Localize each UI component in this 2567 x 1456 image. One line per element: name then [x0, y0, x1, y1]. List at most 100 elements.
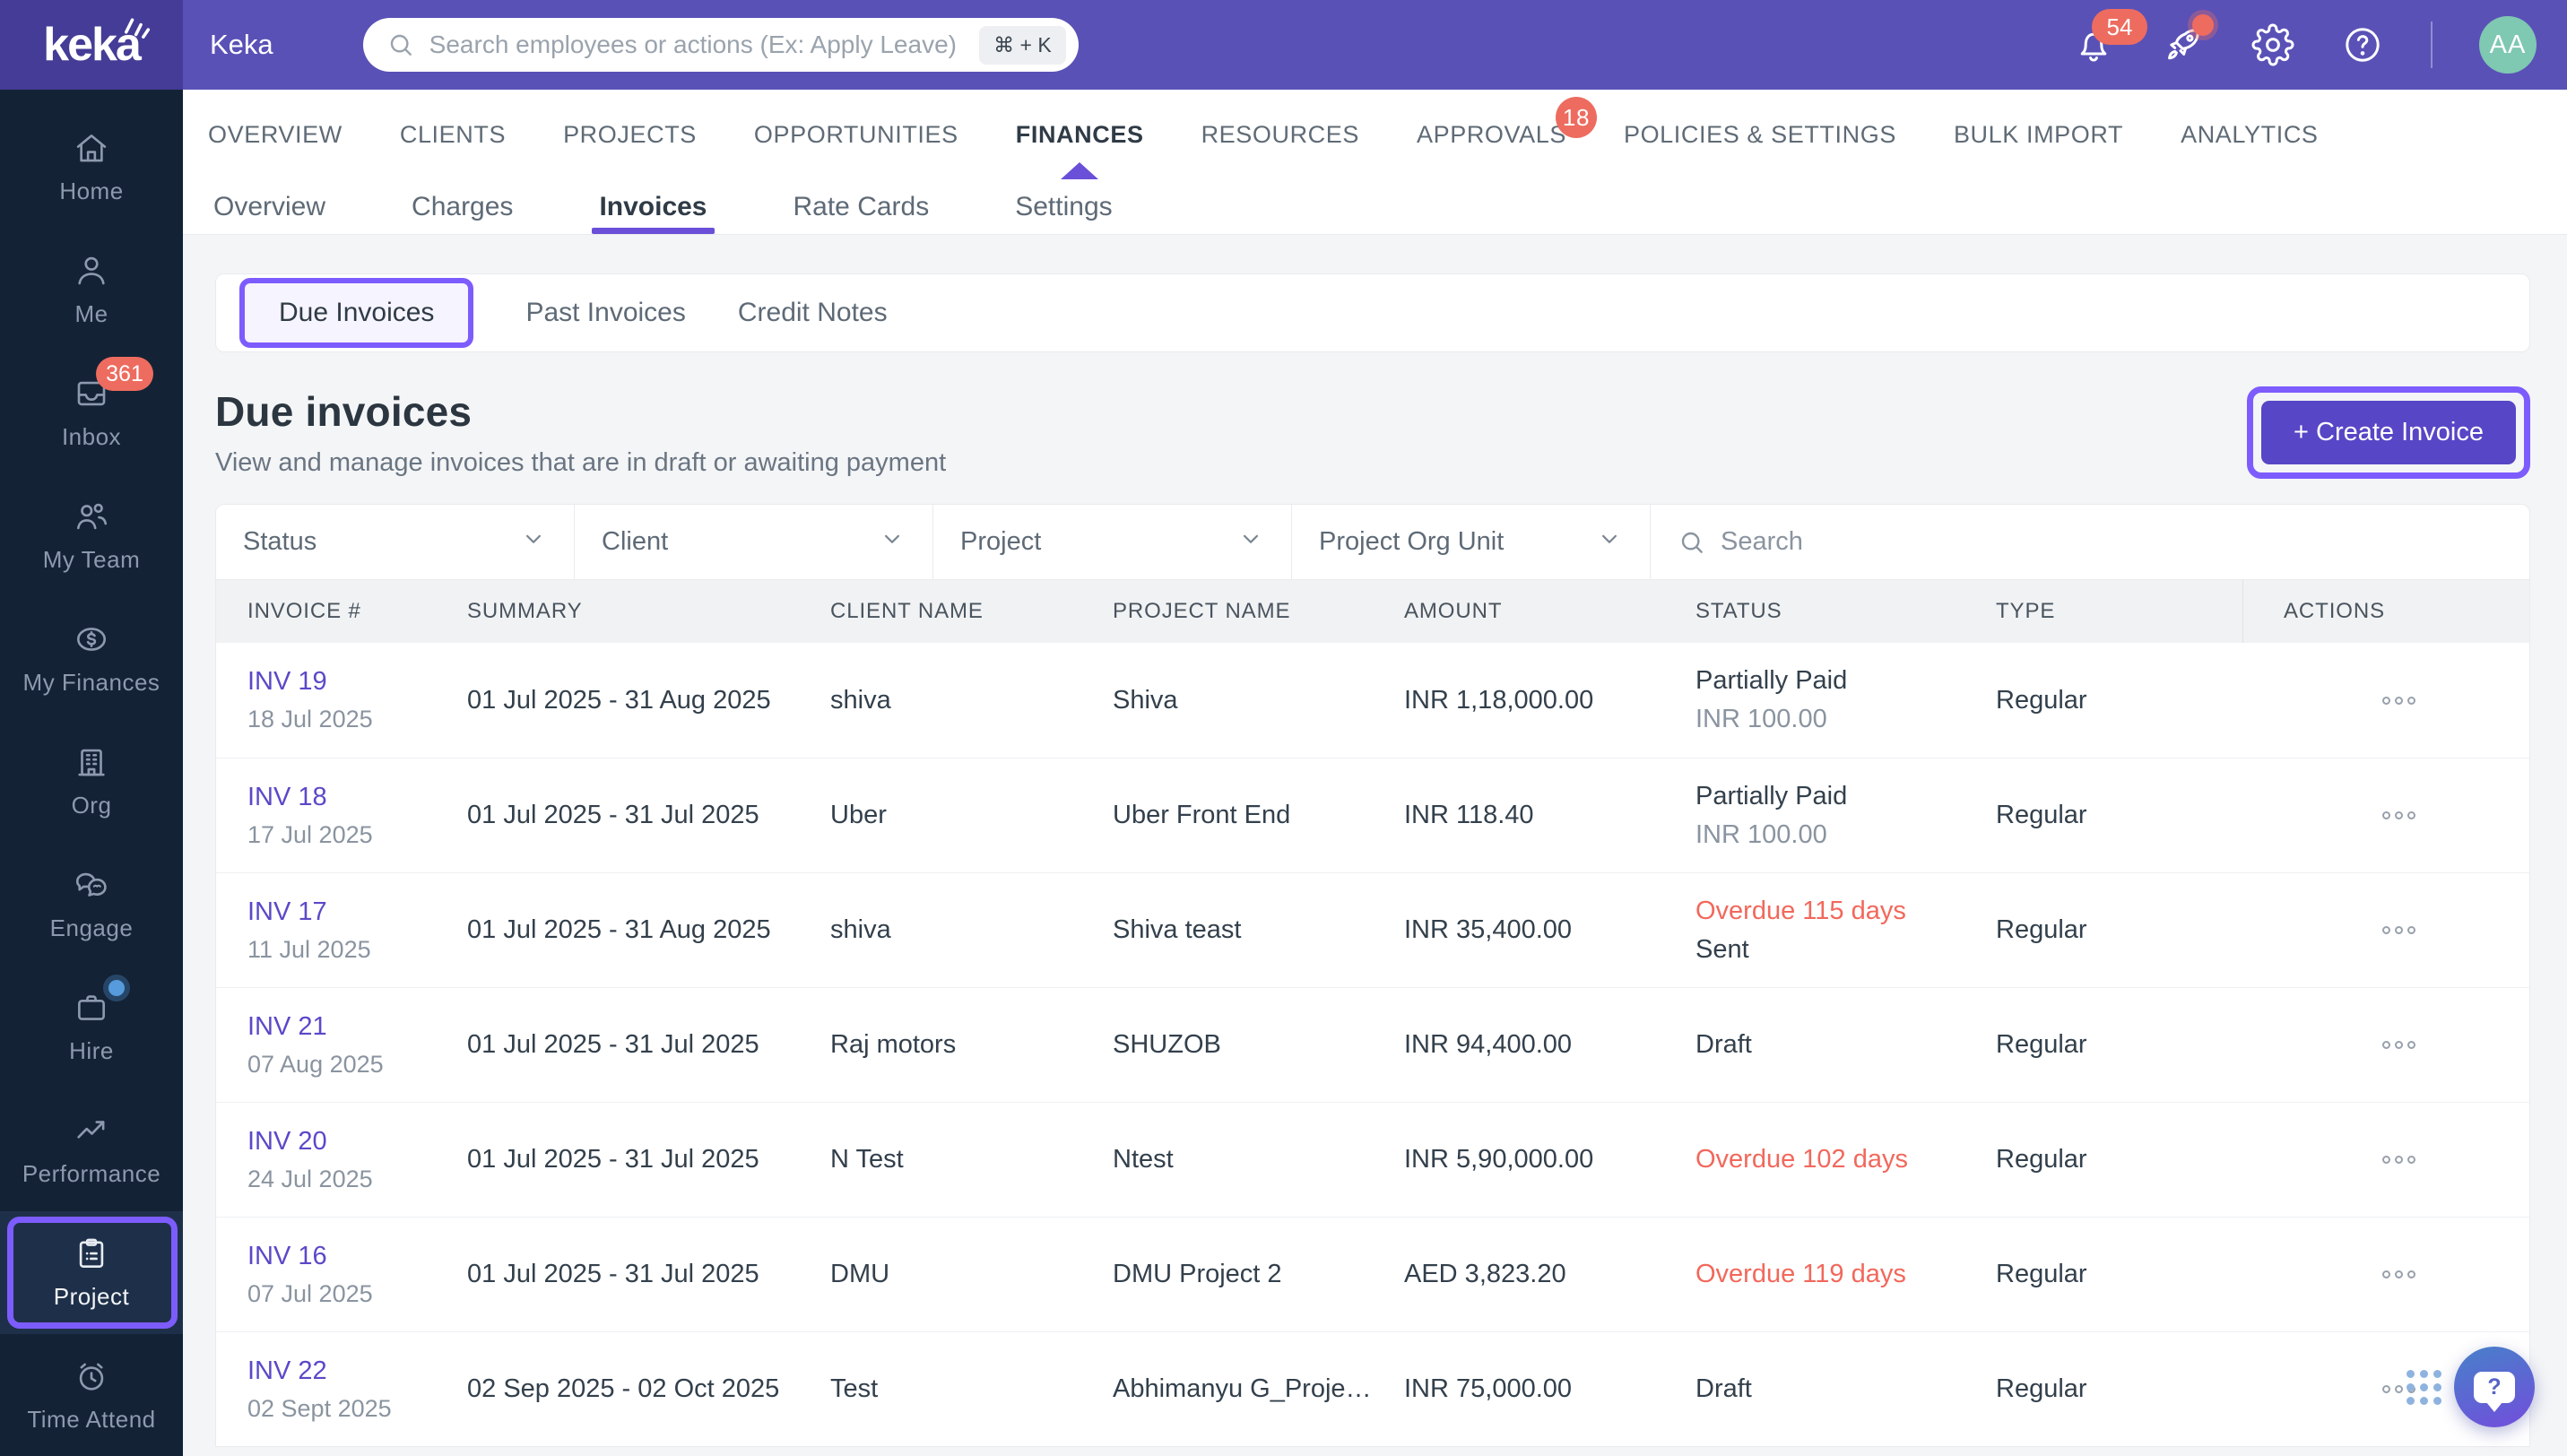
table-row[interactable]: INV 20 24 Jul 2025 01 Jul 2025 - 31 Jul 20…: [216, 1102, 2529, 1217]
inbox-icon: 361: [73, 357, 153, 412]
table-search-input[interactable]: [1721, 527, 2079, 557]
topbar: keka Keka ⌘ + K 54: [0, 0, 2567, 90]
status-cell: Overdue 119 days: [1695, 1218, 1996, 1331]
main-nav-analytics[interactable]: ANALYTICS: [2181, 90, 2318, 179]
main-nav-opportunities[interactable]: OPPORTUNITIES: [754, 90, 958, 179]
sidebar-item-my-team[interactable]: My Team: [0, 474, 183, 597]
main-nav-label: CLIENTS: [399, 120, 507, 148]
sidebar-item-my-finances[interactable]: My Finances: [0, 597, 183, 720]
amount-cell: INR 118.40: [1404, 801, 1534, 829]
sidebar-item-hire[interactable]: Hire: [0, 966, 183, 1088]
table-row[interactable]: INV 21 07 Aug 2025 01 Jul 2025 - 31 Jul 20…: [216, 987, 2529, 1102]
invoice-link[interactable]: INV 20: [247, 1127, 449, 1157]
sub-nav-invoices[interactable]: Invoices: [592, 179, 715, 234]
filter-client-dropdown[interactable]: Client: [575, 505, 933, 579]
main-nav: OVERVIEW CLIENTS PROJECTS OPPORTUNITIES FINA…: [183, 90, 2567, 179]
invoice-link[interactable]: INV 16: [247, 1242, 449, 1271]
tab-credit-notes[interactable]: Credit Notes: [738, 298, 888, 328]
global-search[interactable]: ⌘ + K: [362, 18, 1079, 72]
main-nav-label: OVERVIEW: [208, 120, 343, 148]
chat-bubble-icon: ?: [2473, 1366, 2519, 1404]
row-actions-button[interactable]: [2242, 873, 2529, 987]
main-nav-label: POLICIES & SETTINGS: [1623, 120, 1896, 148]
status-text: Draft: [1695, 1030, 1752, 1059]
help-icon[interactable]: [2341, 23, 2384, 66]
global-search-input[interactable]: [429, 30, 966, 59]
gear-icon[interactable]: [2251, 23, 2294, 66]
notification-count-badge: 54: [2092, 9, 2147, 45]
table-row[interactable]: INV 22 02 Sept 2025 02 Sep 2025 - 02 Oct 2…: [216, 1331, 2529, 1446]
create-invoice-button[interactable]: + Create Invoice: [2261, 401, 2516, 464]
row-actions-button[interactable]: [2242, 988, 2529, 1102]
main-nav-resources[interactable]: RESOURCES: [1201, 90, 1359, 179]
invoices-table-card: Status Client Project Project Org Unit INVO…: [215, 504, 2530, 1447]
sidebar-item-label: Me: [74, 300, 108, 327]
row-actions-button[interactable]: [2242, 643, 2529, 758]
chevron-down-icon: [1237, 525, 1264, 559]
sub-nav-charges[interactable]: Charges: [412, 179, 513, 234]
sidebar-item-engage[interactable]: Engage: [0, 843, 183, 966]
main-nav-projects[interactable]: PROJECTS: [563, 90, 697, 179]
ellipsis-icon: [2394, 1156, 2403, 1164]
main-nav-policies-settings[interactable]: POLICIES & SETTINGS: [1624, 90, 1896, 179]
table-search[interactable]: [1651, 505, 2529, 579]
person-icon: [73, 252, 110, 290]
invoice-link[interactable]: INV 19: [247, 667, 449, 697]
sidebar-item-time-attend[interactable]: Time Attend: [0, 1334, 183, 1456]
main-nav-approvals[interactable]: APPROVALS 18: [1417, 90, 1597, 179]
sidebar-item-project[interactable]: Project: [0, 1211, 183, 1334]
performance-icon: [73, 1112, 110, 1149]
invoice-link[interactable]: INV 17: [247, 897, 449, 927]
invoice-link[interactable]: INV 18: [247, 783, 449, 812]
invoice-date: 07 Aug 2025: [247, 1050, 384, 1078]
table-row[interactable]: INV 19 18 Jul 2025 01 Jul 2025 - 31 Aug 20…: [216, 643, 2529, 758]
inbox-count-badge: 361: [96, 357, 153, 391]
sub-nav-overview[interactable]: Overview: [213, 179, 325, 234]
bell-icon[interactable]: 54: [2072, 9, 2147, 66]
tab-past-invoices[interactable]: Past Invoices: [525, 298, 685, 328]
drag-handle[interactable]: [2407, 1369, 2441, 1405]
invoice-link[interactable]: INV 22: [247, 1356, 449, 1386]
project-name-cell: Abhimanyu G_Proje…: [1113, 1374, 1372, 1403]
sidebar-item-me[interactable]: Me: [0, 229, 183, 351]
amount-cell: INR 5,90,000.00: [1404, 1145, 1594, 1174]
sidebar-item-org[interactable]: Org: [0, 720, 183, 843]
sidebar-item-performance[interactable]: Performance: [0, 1088, 183, 1211]
keka-logo[interactable]: keka: [0, 0, 183, 90]
support-chat-button[interactable]: ?: [2454, 1347, 2535, 1427]
time-attend-icon: [73, 1357, 110, 1395]
status-subtext: INR 100.00: [1695, 705, 1827, 733]
main-nav-bulk-import[interactable]: BULK IMPORT: [1954, 90, 2123, 179]
page-title: Due invoices: [215, 388, 473, 435]
table-row[interactable]: INV 17 11 Jul 2025 01 Jul 2025 - 31 Aug 20…: [216, 872, 2529, 987]
ellipsis-icon: [2394, 1041, 2403, 1049]
main-nav-label: BULK IMPORT: [1953, 120, 2124, 148]
status-text: Partially Paid: [1695, 666, 1848, 695]
invoice-link[interactable]: INV 21: [247, 1012, 449, 1042]
sidebar-item-inbox[interactable]: 361 Inbox: [0, 351, 183, 474]
amount-cell: INR 94,400.00: [1404, 1030, 1573, 1059]
tab-due-invoices[interactable]: Due Invoices: [239, 278, 474, 348]
filter-project-org-unit-dropdown[interactable]: Project Org Unit: [1292, 505, 1651, 579]
column-header-actions: ACTIONS: [2242, 580, 2529, 643]
row-actions-button[interactable]: [2242, 1218, 2529, 1331]
main-nav-clients[interactable]: CLIENTS: [400, 90, 506, 179]
invoice-date: 17 Jul 2025: [247, 820, 373, 848]
row-actions-button[interactable]: [2242, 1103, 2529, 1217]
filter-status-dropdown[interactable]: Status: [216, 505, 575, 579]
row-actions-button[interactable]: [2242, 758, 2529, 872]
avatar[interactable]: AA: [2479, 16, 2537, 74]
main-nav-finances[interactable]: FINANCES: [1016, 90, 1144, 179]
table-row[interactable]: INV 18 17 Jul 2025 01 Jul 2025 - 31 Jul 20…: [216, 758, 2529, 872]
sub-nav-settings[interactable]: Settings: [1015, 179, 1112, 234]
main-nav-overview[interactable]: OVERVIEW: [208, 90, 343, 179]
table-row[interactable]: INV 16 07 Jul 2025 01 Jul 2025 - 31 Jul 20…: [216, 1217, 2529, 1331]
sub-nav-rate-cards[interactable]: Rate Cards: [794, 179, 930, 234]
sidebar-item-home[interactable]: Home: [0, 106, 183, 229]
main-nav-label: OPPORTUNITIES: [753, 120, 958, 148]
rocket-icon[interactable]: [2162, 14, 2214, 66]
ellipsis-icon: [2407, 1270, 2415, 1278]
summary-cell: 01 Jul 2025 - 31 Jul 2025: [467, 1260, 759, 1288]
filter-project-dropdown[interactable]: Project: [933, 505, 1292, 579]
client-name-cell: DMU: [830, 1260, 890, 1288]
